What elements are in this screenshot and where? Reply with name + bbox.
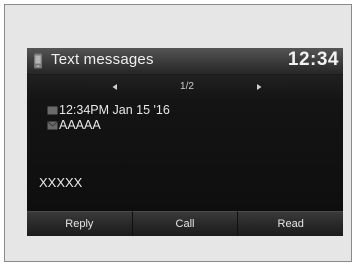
- softkey-bar: Reply Call Read: [27, 211, 343, 236]
- header-bar: Text messages 12:34: [27, 48, 343, 75]
- arrow-right-icon: [257, 84, 262, 90]
- clock: 12:34: [287, 49, 339, 70]
- pager: 1/2: [87, 79, 287, 95]
- message-body: XXXXX: [39, 175, 83, 190]
- phone-icon: [34, 53, 42, 69]
- screen-title: Text messages: [51, 51, 154, 68]
- message-sender: AAAAA: [59, 118, 101, 132]
- reply-button[interactable]: Reply: [27, 211, 132, 236]
- figure-frame: Text messages 12:34 1/2 12:34PM Jan 15 '…: [4, 4, 352, 262]
- call-button[interactable]: Call: [131, 211, 238, 236]
- message-timestamp: 12:34PM Jan 15 '16: [59, 103, 170, 117]
- next-page-button[interactable]: [245, 79, 273, 95]
- clock-icon: [47, 106, 58, 115]
- envelope-icon: [47, 121, 58, 130]
- read-button[interactable]: Read: [237, 211, 343, 236]
- display-screen: Text messages 12:34 1/2 12:34PM Jan 15 '…: [27, 48, 343, 236]
